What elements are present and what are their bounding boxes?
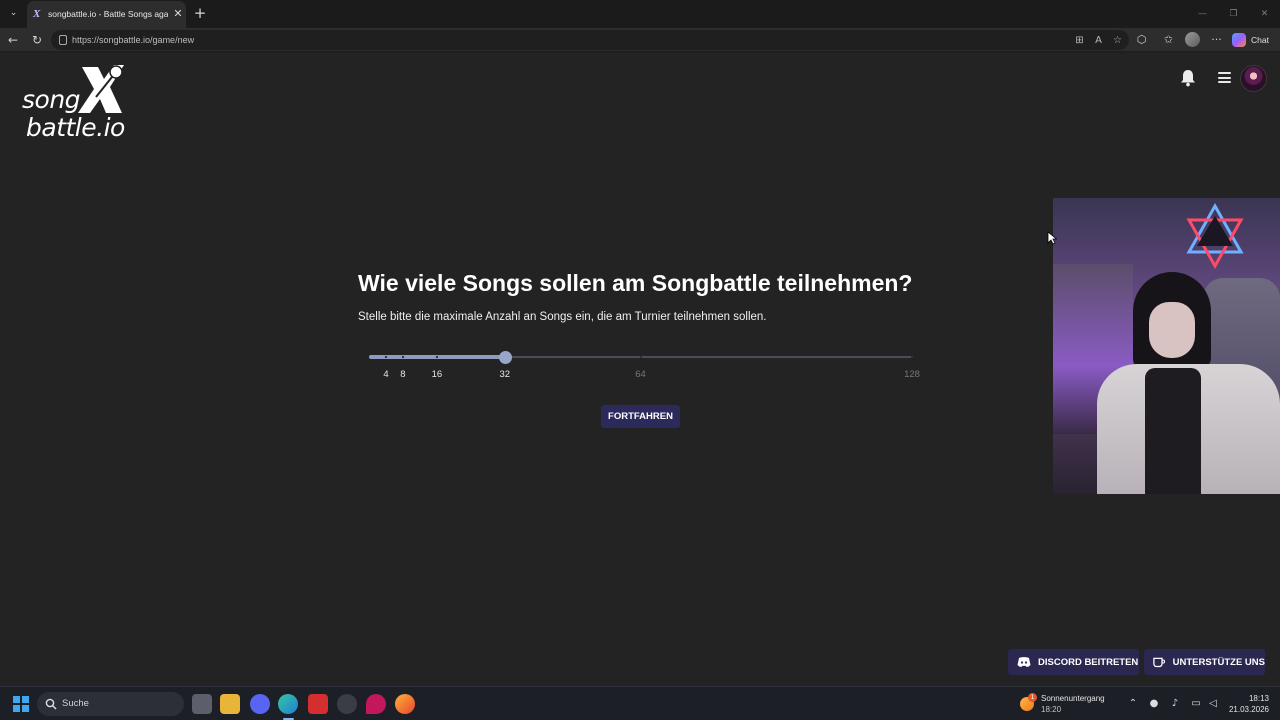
slider-tick-label[interactable]: 16 [432,369,443,380]
lock-icon [59,35,67,45]
tray-app-icon[interactable]: ● [1147,697,1161,711]
minimize-icon[interactable]: — [1187,0,1218,28]
back-arrow-icon[interactable]: ← [4,31,22,49]
firefox-icon[interactable] [395,694,415,714]
more-options-icon[interactable]: ··· [1208,31,1225,49]
discord-join-button[interactable]: DISCORD BEITRETEN [1008,649,1139,675]
support-us-button[interactable]: UNTERSTÜTZE UNS [1144,649,1265,675]
neon-hexagram-icon [1186,202,1244,270]
location-pin-app-icon[interactable] [366,694,386,714]
windows-taskbar: Suche 1 Sonnenuntergang 18:20 ⌃ ● ♪ ▭ ◁ … [0,686,1280,720]
discord-join-label: DISCORD BEITRETEN [1038,656,1139,668]
tab-actions-chevron-icon[interactable]: ⌄ [5,5,22,22]
favorite-star-icon[interactable]: ☆ [1110,33,1125,48]
slider-tick-label[interactable]: 64 [635,369,646,380]
url-field[interactable]: https://songbattle.io/game/new ⊞ A ☆ [51,30,1129,50]
slider-tick-label[interactable]: 8 [400,369,405,380]
clock-time: 18:13 [1248,694,1269,703]
hamburger-menu-icon[interactable] [1218,72,1231,83]
speaker-icon[interactable]: ◁ [1206,697,1220,711]
slider-tick-mark [435,356,438,358]
song-count-slider[interactable] [369,351,913,364]
url-text: https://songbattle.io/game/new [72,35,195,45]
weather-time: 18:20 [1041,705,1062,714]
weather-widget[interactable]: 1 Sonnenuntergang 18:20 [1020,692,1112,716]
restore-icon[interactable]: ❐ [1218,0,1249,28]
edge-browser-icon[interactable] [278,694,298,714]
extensions-icon[interactable]: ⬡ [1133,31,1150,49]
taskbar-search-field[interactable]: Suche [37,692,184,716]
mouse-cursor-icon [1047,231,1057,245]
translate-icon[interactable]: A [1091,33,1106,48]
user-avatar[interactable] [1240,65,1267,92]
window-close-icon[interactable]: ✕ [1249,0,1280,28]
task-view-icon[interactable] [192,694,212,714]
app-install-icon[interactable]: ⊞ [1072,33,1087,48]
copilot-chat-label: Chat [1251,35,1269,45]
weather-title: Sonnenuntergang [1041,694,1105,703]
weather-badge: 1 [1028,693,1037,702]
logo-microphone-x-icon [78,65,124,113]
webcam-person-shirt [1145,368,1201,494]
file-explorer-icon[interactable] [220,694,240,714]
taskbar-clock[interactable]: 18:13 21.03.2026 [1226,693,1269,715]
browser-address-bar: ← ↻ https://songbattle.io/game/new ⊞ A ☆… [0,28,1280,52]
tab-close-icon[interactable]: ✕ [172,7,184,21]
logo-text-song: song [22,85,81,114]
windows-start-icon[interactable] [13,696,29,712]
favorites-icon[interactable]: ✩ [1160,31,1177,49]
browser-tab-bar: ⌄ X songbattle.io - Battle Songs agai ✕ … [0,0,1280,28]
streaming-app-icon[interactable] [308,694,328,714]
continue-button[interactable]: FORTFAHREN [601,405,680,428]
coffee-cup-icon [1153,657,1166,668]
slider-tick-mark [639,356,642,358]
copilot-icon [1232,33,1246,47]
slider-tick-label[interactable]: 32 [499,369,510,380]
slider-tick-label[interactable]: 4 [383,369,388,380]
slider-tick-mark [911,356,913,358]
browser-tab-songbattle[interactable]: X songbattle.io - Battle Songs agai ✕ [27,1,186,28]
discord-app-icon[interactable] [250,694,270,714]
browser-profile-icon[interactable] [1185,32,1200,47]
new-tab-icon[interactable]: + [192,4,208,22]
slider-tick-mark [401,356,404,358]
slider-thumb[interactable] [498,351,512,364]
streamer-webcam-overlay [1053,198,1280,494]
songbattle-page: song battle.io Wie viele Songs sollen am… [0,53,1280,686]
clock-date: 21.03.2026 [1228,705,1269,714]
microphone-icon[interactable]: ♪ [1168,697,1182,711]
taskbar-search-label: Suche [62,698,89,709]
search-icon [45,698,57,710]
page-title: Wie viele Songs sollen am Songbattle tei… [358,270,913,296]
support-us-label: UNTERSTÜTZE UNS [1172,656,1265,668]
reload-icon[interactable]: ↻ [28,31,46,49]
tab-title: songbattle.io - Battle Songs agai [48,9,168,19]
window-controls: — ❐ ✕ [1187,0,1280,28]
steam-like-app-icon[interactable] [337,694,357,714]
webcam-person-face [1149,302,1195,358]
slider-tick-label[interactable]: 128 [904,369,920,380]
tray-overflow-chevron-icon[interactable]: ⌃ [1126,697,1140,711]
discord-icon [1017,657,1031,667]
logo-text-battle: battle.io [26,113,125,142]
notification-bell-icon[interactable] [1180,69,1196,87]
songbattle-logo[interactable]: song battle.io [22,63,138,143]
network-icon[interactable]: ▭ [1189,697,1203,711]
page-subtitle: Stelle bitte die maximale Anzahl an Song… [358,311,767,323]
songbattle-favicon-icon: X [33,8,41,20]
slider-tick-mark [384,356,387,358]
copilot-chat-button[interactable]: Chat [1232,32,1269,48]
